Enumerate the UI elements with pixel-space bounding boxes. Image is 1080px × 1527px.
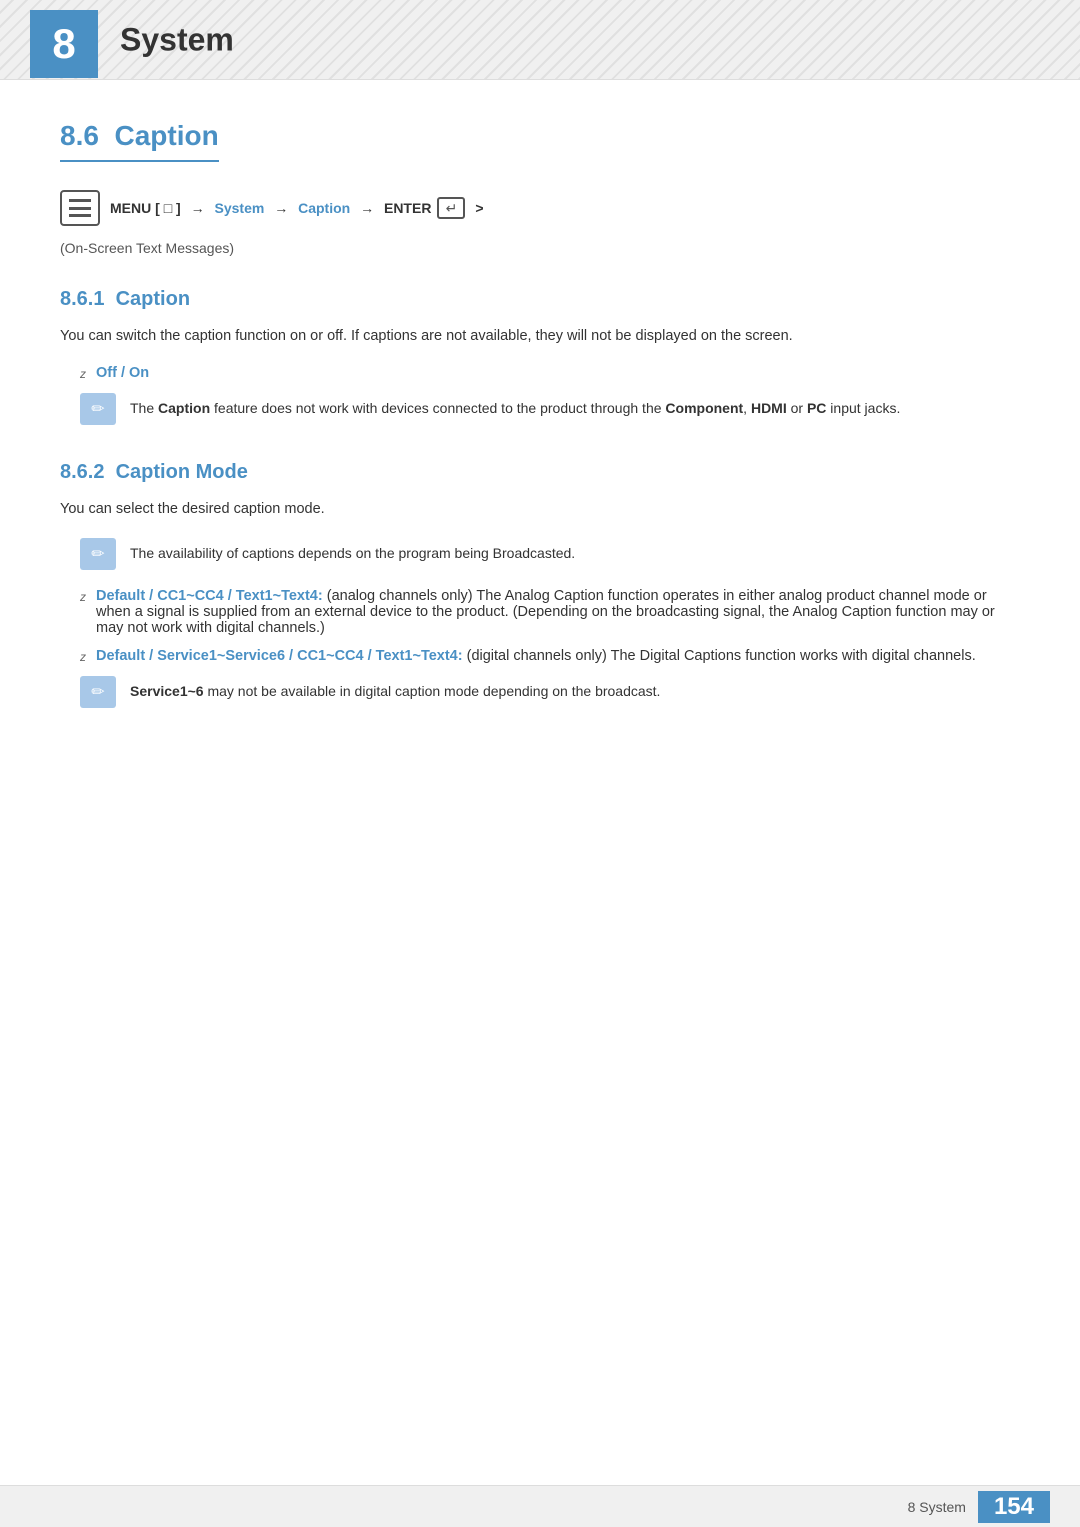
bullet-off-on: z Off / On <box>60 365 1020 381</box>
page-footer: 8 System 154 <box>0 1485 1080 1527</box>
bullet-analog: z Default / CC1~CC4 / Text1~Text4: (anal… <box>60 588 1020 636</box>
note-icon-2 <box>80 538 116 570</box>
note-text-2: The availability of captions depends on … <box>130 538 575 564</box>
note-pc-bold: PC <box>807 400 826 416</box>
nav-arrow2: → <box>270 200 292 216</box>
section-title: 8.6 Caption <box>60 120 219 162</box>
page-number: 154 <box>978 1491 1050 1523</box>
analog-label: Default / CC1~CC4 / Text1~Text4: <box>96 588 323 604</box>
note-text-1: The Caption feature does not work with d… <box>130 393 900 419</box>
bullet-digital: z Default / Service1~Service6 / CC1~CC4 … <box>60 648 1020 664</box>
service-bold: Service1~6 <box>130 683 204 699</box>
nav-menu-label: MENU <box>110 200 151 216</box>
note-text-3: Service1~6 may not be available in digit… <box>130 676 660 702</box>
nav-caption: Caption <box>298 200 350 216</box>
analog-content: Default / CC1~CC4 / Text1~Text4: (analog… <box>96 588 1020 636</box>
note-box-2: The availability of captions depends on … <box>80 538 1020 570</box>
digital-text: (digital channels only) The Digital Capt… <box>467 648 976 664</box>
subsection2-body: You can select the desired caption mode. <box>60 498 1020 522</box>
nav-path: MENU [ □ ] → System → Caption → ENTER ↵ … <box>60 190 1020 226</box>
note-icon-3 <box>80 676 116 708</box>
note-caption-bold: Caption <box>158 400 210 416</box>
nav-enter-label: ENTER <box>384 200 431 216</box>
nav-arrow1: → <box>187 200 209 216</box>
note-box-1: The Caption feature does not work with d… <box>80 393 1020 425</box>
bullet-z-2: z <box>80 590 86 604</box>
nav-bracket-open: [ <box>151 200 163 216</box>
main-content: 8.6 Caption MENU [ □ ] → System → Captio… <box>0 80 1080 824</box>
subsection1-title: 8.6.1 Caption <box>60 288 1020 311</box>
nav-bracket-close: ] <box>172 200 181 216</box>
enter-icon: ↵ <box>437 197 465 219</box>
bullet-z-3: z <box>80 650 86 664</box>
footer-label: 8 System <box>908 1499 966 1515</box>
on-screen-label: (On-Screen Text Messages) <box>60 240 1020 256</box>
nav-arrow4: > <box>471 200 483 216</box>
chapter-badge: 8 <box>30 10 98 78</box>
nav-arrow3: → <box>356 200 378 216</box>
nav-system: System <box>215 200 265 216</box>
digital-content: Default / Service1~Service6 / CC1~CC4 / … <box>96 648 976 664</box>
menu-icon <box>60 190 100 226</box>
bullet-z-1: z <box>80 367 86 381</box>
chapter-title: System <box>120 21 234 58</box>
note-icon-1 <box>80 393 116 425</box>
note-box-3: Service1~6 may not be available in digit… <box>80 676 1020 708</box>
note-component-bold: Component <box>665 400 743 416</box>
page-header: 8 System <box>0 0 1080 80</box>
subsection1-body: You can switch the caption function on o… <box>60 325 1020 349</box>
nav-bracket-placeholder: □ <box>164 200 172 216</box>
digital-label: Default / Service1~Service6 / CC1~CC4 / … <box>96 648 463 664</box>
subsection-8-6-2: 8.6.2 Caption Mode You can select the de… <box>60 461 1020 708</box>
subsection2-title: 8.6.2 Caption Mode <box>60 461 1020 484</box>
note-hdmi-bold: HDMI <box>751 400 787 416</box>
off-on-label: Off / On <box>96 365 149 381</box>
menu-icon-inner <box>69 199 91 217</box>
subsection-8-6-1: 8.6.1 Caption You can switch the caption… <box>60 288 1020 425</box>
